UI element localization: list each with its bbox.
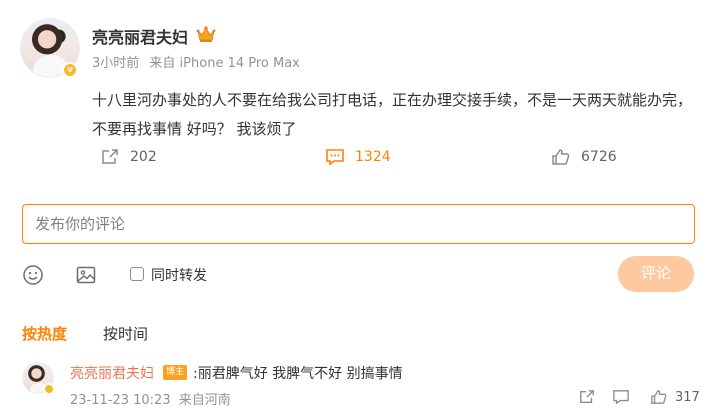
comment-input[interactable] <box>22 204 695 244</box>
like-count: 6726 <box>581 149 617 165</box>
comment-count: 1324 <box>355 149 391 165</box>
post-time[interactable]: 3小时前 <box>92 56 139 71</box>
repost-checkbox[interactable] <box>130 267 144 281</box>
repost-icon <box>102 149 118 164</box>
comment-author[interactable]: 亮亮丽君夫妇 <box>70 363 154 383</box>
repost-icon <box>580 390 594 403</box>
comment-repost-button[interactable] <box>578 388 596 406</box>
tab-sort-hot[interactable]: 按热度 <box>22 323 67 344</box>
comment-like-button[interactable]: 317 <box>650 388 700 406</box>
repost-label[interactable]: 同时转发 <box>151 265 207 285</box>
comment-text: :丽君脾气好 我脾气不好 别搞事情 <box>193 366 403 382</box>
crown-icon <box>196 26 216 42</box>
post-meta: 3小时前 来自 iPhone 14 Pro Max <box>92 52 306 71</box>
comment-meta: 23-11-23 10:23 来自河南 <box>70 389 235 408</box>
comment-icon <box>326 149 344 166</box>
comment-button[interactable]: 1324 <box>325 146 391 168</box>
comment-reply-button[interactable] <box>612 388 630 406</box>
like-icon <box>552 149 570 165</box>
emoji-icon[interactable] <box>22 264 44 286</box>
comment-time: 23-11-23 10:23 <box>70 393 171 408</box>
comment-like-count: 317 <box>675 389 700 405</box>
reply-icon <box>613 390 629 405</box>
post-source: 来自 iPhone 14 Pro Max <box>149 56 300 71</box>
verified-icon <box>43 383 55 395</box>
like-button[interactable]: 6726 <box>551 146 617 168</box>
author-name[interactable]: 亮亮丽君夫妇 <box>92 24 188 48</box>
repost-count: 202 <box>130 149 157 165</box>
repost-button[interactable]: 202 <box>100 146 157 168</box>
comment-location: 来自河南 <box>178 393 231 408</box>
submit-comment-button[interactable]: 评论 <box>618 256 694 292</box>
author-tag-badge: 博主 <box>163 365 188 380</box>
tab-sort-time[interactable]: 按时间 <box>103 323 148 344</box>
verified-icon: v <box>62 62 78 78</box>
like-icon <box>651 390 667 404</box>
image-icon[interactable] <box>75 264 97 286</box>
post-text: 十八里河办事处的人不要在给我公司打电话，正在办理交接手续，不是一天两天就能办完，… <box>92 91 693 138</box>
